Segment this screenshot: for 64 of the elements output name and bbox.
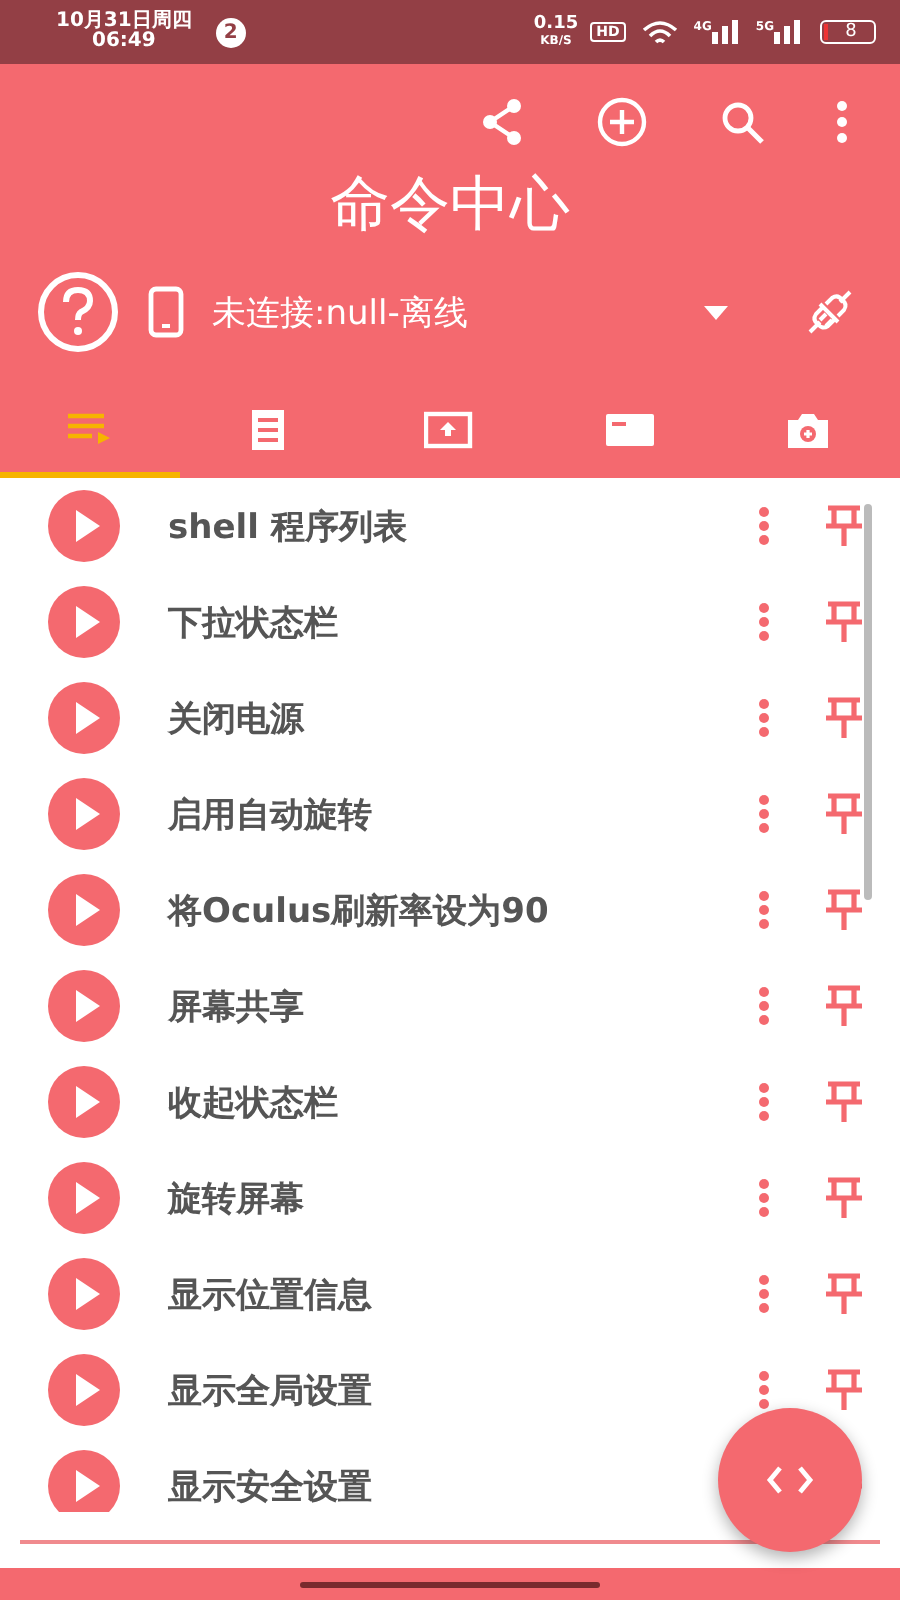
status-date: 10月31日周四 — [56, 12, 192, 32]
command-title[interactable]: 显示位置信息 — [168, 1271, 372, 1317]
command-title[interactable]: shell 程序列表 — [168, 503, 407, 549]
help-icon[interactable] — [36, 270, 120, 354]
search-icon[interactable] — [720, 100, 764, 144]
play-button[interactable] — [48, 1450, 120, 1512]
play-button[interactable] — [48, 1162, 120, 1234]
play-button[interactable] — [48, 1258, 120, 1330]
command-title[interactable]: 屏幕共享 — [168, 983, 304, 1029]
play-button[interactable] — [48, 586, 120, 658]
code-icon — [766, 1466, 814, 1494]
page-title: 命令中心 — [330, 168, 570, 244]
signal-icon — [774, 20, 802, 44]
more-icon[interactable] — [756, 602, 772, 642]
pin-icon[interactable] — [824, 696, 864, 740]
share-icon[interactable] — [480, 98, 524, 146]
tab-icon — [424, 407, 476, 451]
more-icon[interactable] — [756, 890, 772, 930]
more-icon[interactable] — [756, 794, 772, 834]
command-title[interactable]: 将Oculus刷新率设为90 — [168, 887, 549, 933]
pin-icon[interactable] — [824, 984, 864, 1028]
phone-icon — [148, 286, 184, 338]
play-button[interactable] — [48, 970, 120, 1042]
play-button[interactable] — [48, 1066, 120, 1138]
pin-icon[interactable] — [824, 600, 864, 644]
add-icon[interactable] — [596, 96, 648, 148]
pin-icon[interactable] — [824, 1272, 864, 1316]
more-icon[interactable] — [756, 698, 772, 738]
more-icon[interactable] — [756, 986, 772, 1026]
play-button[interactable] — [48, 874, 120, 946]
command-title[interactable]: 关闭电源 — [168, 695, 304, 741]
plug-icon[interactable] — [804, 286, 856, 338]
play-button[interactable] — [48, 1354, 120, 1426]
pin-icon[interactable] — [824, 1368, 864, 1412]
more-icon[interactable] — [836, 100, 848, 144]
home-indicator[interactable] — [300, 1581, 600, 1587]
code-button[interactable] — [718, 1408, 862, 1552]
play-button[interactable] — [48, 682, 120, 754]
more-icon[interactable] — [756, 506, 772, 546]
battery-indicator: 8 — [820, 20, 876, 44]
pin-icon[interactable] — [824, 888, 864, 932]
command-title[interactable]: 显示安全设置 — [168, 1463, 372, 1509]
pin-icon[interactable] — [824, 1080, 864, 1124]
pin-icon[interactable] — [824, 792, 864, 836]
scrollbar[interactable] — [864, 504, 872, 900]
play-button[interactable] — [48, 778, 120, 850]
more-icon[interactable] — [756, 1082, 772, 1122]
command-title[interactable]: 收起状态栏 — [168, 1079, 338, 1125]
network-speed: 0.15 — [533, 16, 579, 34]
more-icon[interactable] — [756, 1274, 772, 1314]
dropdown-icon[interactable] — [704, 305, 728, 319]
notification-badge: 2 — [215, 17, 246, 47]
more-icon[interactable] — [756, 1370, 772, 1410]
command-title[interactable]: 启用自动旋转 — [168, 791, 372, 837]
more-icon[interactable] — [756, 1178, 772, 1218]
command-title[interactable]: 下拉状态栏 — [168, 599, 338, 645]
play-button[interactable] — [48, 490, 120, 562]
pin-icon[interactable] — [824, 1176, 864, 1220]
signal-icon — [711, 20, 740, 44]
pin-icon[interactable] — [824, 504, 864, 548]
wifi-icon — [641, 19, 678, 45]
command-title[interactable]: 旋转屏幕 — [168, 1175, 304, 1221]
status-time: 06:49 — [92, 32, 156, 52]
command-title[interactable]: 显示全局设置 — [168, 1367, 372, 1413]
